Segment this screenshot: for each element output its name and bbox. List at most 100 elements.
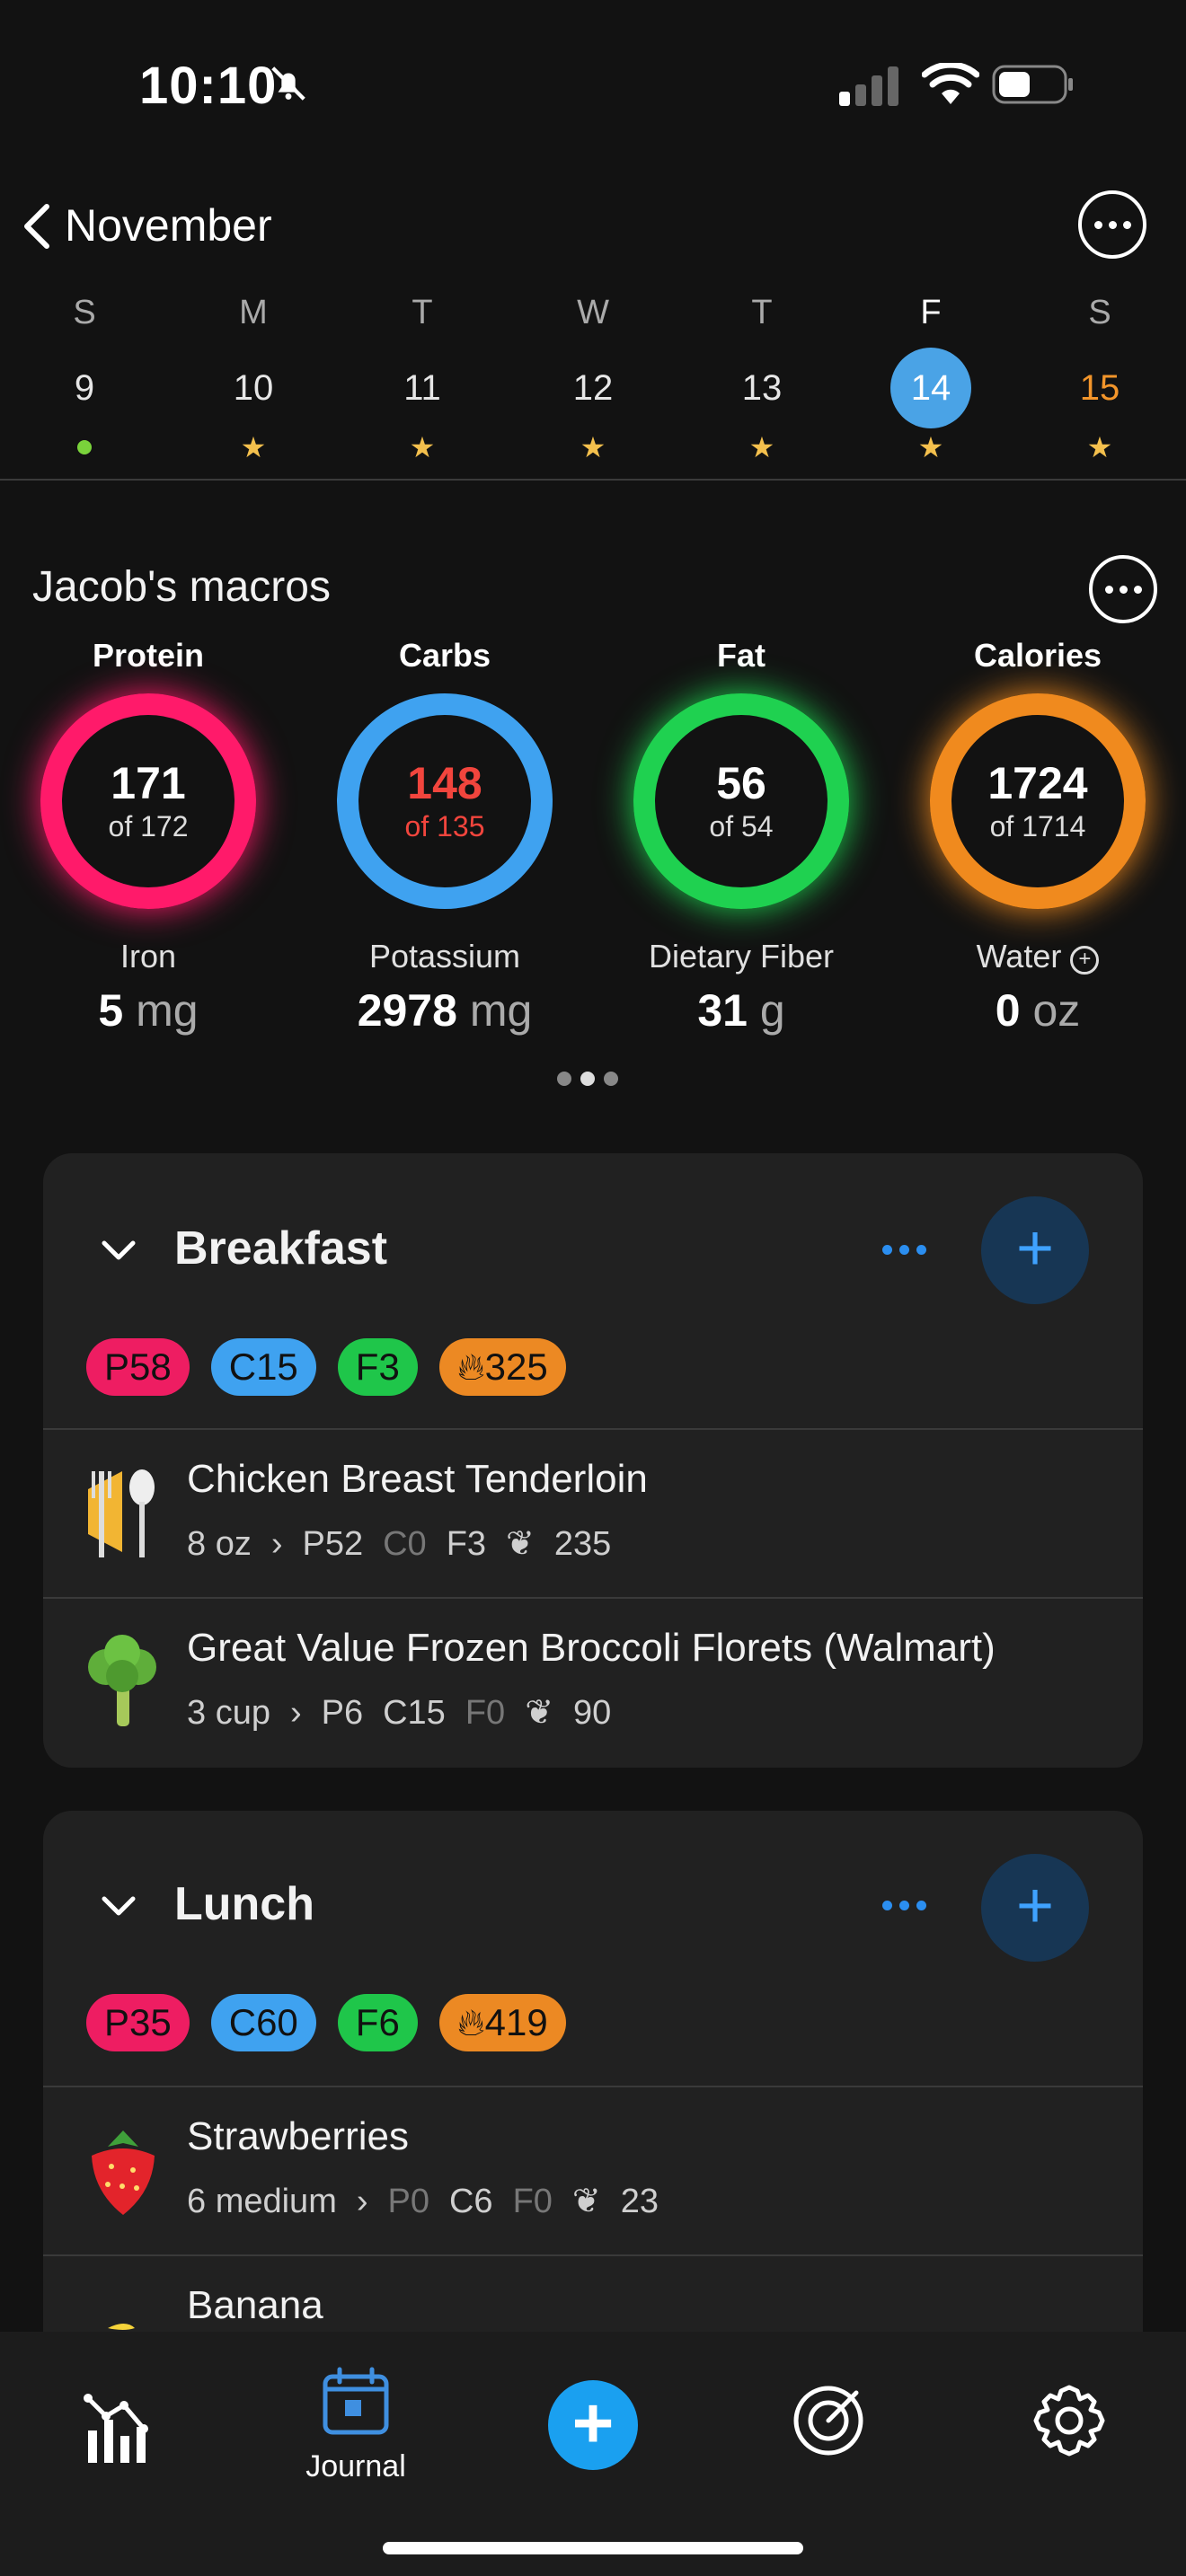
macro-label: Calories	[973, 637, 1102, 674]
day-letter: F	[920, 294, 942, 331]
day-letter: W	[577, 294, 609, 331]
meal-more-icon[interactable]	[882, 1245, 926, 1255]
macro-goal: of 1714	[989, 810, 1086, 842]
day-number: 14	[845, 347, 1016, 429]
day-0[interactable]: S9	[0, 287, 170, 465]
protein-chip: P58	[86, 1338, 190, 1396]
fat-chip: F3	[337, 1338, 418, 1396]
calendar-more-button[interactable]	[1078, 190, 1146, 259]
flame-icon: ❦︎	[525, 1694, 554, 1732]
more-icon	[1104, 585, 1142, 594]
meal-name: Lunch	[174, 1878, 314, 1930]
macros-title: Jacob's macros	[32, 563, 331, 611]
more-icon	[1093, 220, 1131, 229]
tab-journal-label: Journal	[305, 2449, 406, 2483]
day-4[interactable]: T 13 ★	[677, 287, 847, 465]
day-number: 15	[1079, 368, 1120, 408]
food-macros: 6 medium › P0 C6 F0 ❦︎ 23	[187, 2183, 659, 2220]
macro-calories[interactable]: Calories 1724 of 1714 Water + 0 oz	[890, 629, 1186, 1037]
flame-icon: ❦︎	[571, 2183, 601, 2220]
food-macros: 3 cup › P6 C15 F0 ❦︎ 90	[187, 1694, 612, 1732]
signal-icon	[839, 66, 898, 106]
back-chevron-icon[interactable]	[18, 201, 58, 251]
broccoli-icon	[81, 1631, 165, 1730]
day-5[interactable]: F 14 ★	[845, 287, 1016, 465]
day-1[interactable]: M 10 ★	[168, 287, 339, 465]
macro-protein[interactable]: Protein 171 of 172 Iron 5 mg	[0, 629, 296, 1037]
tab-settings[interactable]	[979, 2382, 1159, 2464]
tab-stats[interactable]	[27, 2386, 207, 2471]
macro-goal: of 135	[404, 810, 485, 842]
day-6[interactable]: S 15 ★	[1014, 287, 1185, 465]
food-row[interactable]: Strawberries 6 medium › P0 C6 F0 ❦︎ 23	[43, 2087, 1143, 2254]
nutrient-value: 2978 mg	[357, 985, 533, 1036]
macro-ring: 148 of 135	[337, 693, 553, 909]
day-number: 10	[233, 368, 274, 408]
nutrient-value: 5 mg	[98, 985, 199, 1036]
nutrient-label: Potassium	[368, 938, 521, 975]
meal-header[interactable]: Lunch +	[43, 1811, 1143, 1987]
food-row[interactable]: Chicken Breast Tenderloin 8 oz › P52 C0 F3 ❦︎ 2…	[43, 1430, 1143, 1597]
macro-value: 56	[716, 758, 766, 808]
star-icon: ★	[917, 431, 944, 463]
day-letter: M	[239, 294, 268, 331]
collapse-chevron-icon[interactable]	[99, 1231, 138, 1270]
stats-chart-icon	[84, 2394, 148, 2463]
add-food-button[interactable]: +	[981, 1196, 1089, 1304]
add-food-button[interactable]: +	[981, 1854, 1089, 1962]
day-number: 11	[403, 368, 441, 408]
flame-icon: 🔥︎	[456, 2001, 485, 2043]
utensils-icon	[81, 1462, 165, 1561]
carbs-chip: C15	[210, 1338, 316, 1396]
day-number: 13	[741, 368, 783, 408]
day-number: 12	[572, 368, 614, 408]
add-entry-button[interactable]: +	[548, 2380, 638, 2470]
battery-icon	[992, 65, 1073, 104]
meal-name: Breakfast	[174, 1222, 388, 1275]
day-3[interactable]: W 12 ★	[508, 287, 678, 465]
wifi-icon	[922, 63, 979, 104]
macros-more-button[interactable]	[1089, 555, 1157, 623]
day-letter: S	[73, 294, 96, 331]
nutrient-label: Dietary Fiber	[648, 938, 835, 975]
macro-goal: of 54	[709, 810, 774, 842]
protein-chip: P35	[86, 1994, 190, 2051]
food-name: Great Value Frozen Broccoli Florets (Wal…	[187, 1626, 996, 1670]
star-icon: ★	[748, 431, 775, 463]
tab-journal[interactable]: Journal	[266, 2366, 446, 2484]
meal-more-icon[interactable]	[882, 1901, 926, 1910]
macro-ring: 56 of 54	[633, 693, 849, 909]
macro-label: Fat	[717, 637, 766, 674]
fat-chip: F6	[337, 1994, 418, 2051]
week-divider	[0, 479, 1186, 481]
status-time: 10:10	[139, 57, 278, 115]
page-indicator	[557, 1072, 618, 1086]
food-name: Strawberries	[187, 2114, 409, 2158]
nutrient-value: 31 g	[697, 985, 785, 1036]
strawberry-icon	[81, 2120, 165, 2219]
meal-card-lunch: Lunch + P35 C60 F6 🔥︎419 Strawberries 6 m…	[43, 1811, 1143, 2386]
food-name: Chicken Breast Tenderloin	[187, 1457, 648, 1501]
macro-carbs[interactable]: Carbs 148 of 135 Potassium 2978 mg	[296, 629, 593, 1037]
collapse-chevron-icon[interactable]	[99, 1886, 138, 1926]
food-name: Banana	[187, 2283, 323, 2327]
macro-goal: of 172	[108, 810, 189, 842]
logged-dot-icon	[77, 440, 92, 454]
macro-value: 171	[111, 758, 186, 808]
day-2[interactable]: T 11 ★	[337, 287, 508, 465]
calories-chip: 🔥︎419	[438, 1994, 566, 2051]
add-water-icon[interactable]: +	[1070, 946, 1100, 975]
day-letter: S	[1088, 294, 1111, 331]
macro-label: Protein	[92, 637, 204, 674]
month-title[interactable]: November	[65, 199, 272, 251]
tab-goals[interactable]	[739, 2382, 918, 2464]
star-icon: ★	[409, 431, 436, 463]
calendar-icon	[323, 2367, 389, 2435]
flame-icon: ❦︎	[506, 1525, 535, 1563]
macro-ring: 171 of 172	[40, 693, 256, 909]
macro-fat[interactable]: Fat 56 of 54 Dietary Fiber 31 g	[593, 629, 890, 1037]
bottom-nav: Journal +	[0, 2332, 1186, 2576]
food-row[interactable]: Great Value Frozen Broccoli Florets (Wal…	[43, 1599, 1143, 1766]
day-letter: T	[412, 294, 433, 331]
meal-header[interactable]: Breakfast +	[43, 1153, 1143, 1329]
